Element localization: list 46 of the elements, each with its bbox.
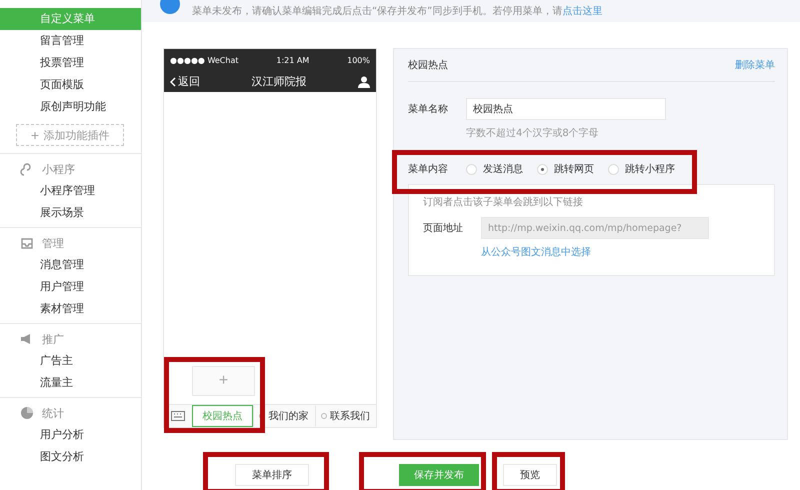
section-title: 统计 [42, 406, 64, 420]
sidebar-item[interactable]: 用户分析 [0, 424, 141, 446]
sidebar-item[interactable]: 流量主 [0, 372, 141, 394]
pie-chart-icon [20, 406, 34, 420]
keyboard-icon[interactable] [171, 411, 185, 421]
radio-button[interactable] [537, 164, 548, 174]
info-icon [160, 0, 180, 14]
radio-button[interactable] [608, 164, 619, 174]
sidebar-item[interactable]: 投票管理 [0, 52, 141, 74]
action-button[interactable]: 预览 [503, 464, 557, 486]
back-link[interactable]: 返回 [170, 74, 200, 89]
notice-text: 菜单未发布，请确认菜单编辑完成后点击“保存并发布”同步到手机。若停用菜单，请点击这里 [192, 4, 602, 18]
field-label: 页面地址 [423, 222, 464, 235]
account-title: 汉江师院报 [252, 74, 306, 89]
tray-icon [20, 236, 34, 250]
sidebar-item[interactable]: 素材管理 [0, 298, 141, 320]
back-chevron-icon [170, 76, 176, 86]
hint-text: 字数不超过4个汉字或8个字母 [466, 126, 600, 140]
sidebar-item[interactable]: 留言管理 [0, 30, 141, 52]
field-label: 菜单名称 [408, 102, 449, 116]
sidebar-item[interactable]: 广告主 [0, 350, 141, 372]
radio-button[interactable] [466, 164, 477, 174]
user-icon[interactable] [358, 76, 370, 88]
battery-text: 100% [347, 56, 370, 64]
radio-label: 跳转网页 [554, 162, 594, 176]
carrier-text: ●●●●● WeChat [170, 56, 239, 64]
menu-name-field[interactable]: 校园热点 [466, 98, 666, 120]
section-title: 小程序 [42, 162, 75, 176]
editor-title: 校园热点 [408, 58, 448, 72]
sidebar-item[interactable]: 消息管理 [0, 254, 141, 276]
sidebar-item[interactable]: 原创声明功能 [0, 96, 141, 118]
sidebar-item[interactable]: 图文分析 [0, 446, 141, 468]
section-title: 推广 [42, 332, 64, 346]
sidebar-item[interactable]: 小程序管理 [0, 180, 141, 202]
field-label: 菜单内容 [408, 162, 449, 176]
radio-label: 发送消息 [483, 162, 523, 176]
menu-tab[interactable]: 我们的家 [253, 405, 315, 427]
action-button[interactable]: 菜单排序 [235, 464, 309, 486]
description-text: 订阅者点击该子菜单会跳到以下链接 [423, 196, 584, 209]
sidebar-item[interactable]: 页面模版 [0, 74, 141, 96]
menu-tab[interactable]: 联系我们 [314, 405, 376, 427]
sidebar-item[interactable]: 用户管理 [0, 276, 141, 298]
section-title: 管理 [42, 236, 64, 250]
clock-text: 1:21 AM [276, 56, 310, 64]
sidebar-item[interactable]: 展示场景 [0, 202, 141, 224]
radio-label: 跳转小程序 [625, 162, 675, 176]
